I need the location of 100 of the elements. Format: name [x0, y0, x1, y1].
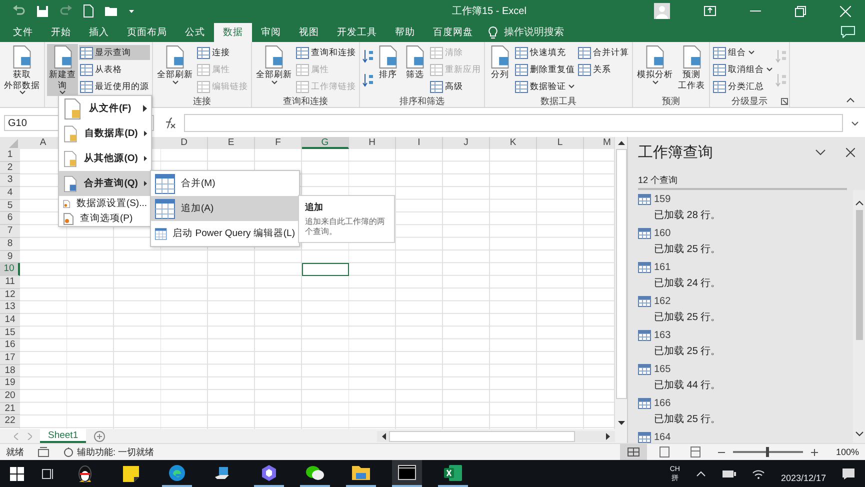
ribbon-button[interactable]: 删除重复值: [514, 62, 576, 77]
scroll-up-icon[interactable]: [618, 140, 624, 145]
ribbon-tab[interactable]: 页面布局: [118, 23, 176, 42]
ribbon-button[interactable]: 模拟分析: [635, 44, 675, 95]
normal-view-icon[interactable]: [620, 444, 647, 460]
row-header[interactable]: 16: [0, 339, 20, 352]
chevron-down-icon[interactable]: [815, 149, 826, 156]
row-header[interactable]: 1: [0, 149, 20, 162]
accessibility-status[interactable]: 辅助功能: 一切就绪: [77, 446, 154, 458]
menu-item[interactable]: 数据源设置(S)...: [59, 196, 151, 211]
row-header[interactable]: 14: [0, 314, 20, 327]
menu-item[interactable]: 从文件(F): [59, 96, 151, 121]
vertical-scrollbar[interactable]: [614, 137, 627, 429]
row-header[interactable]: 15: [0, 326, 20, 340]
row-header[interactable]: 13: [0, 301, 20, 314]
horizontal-scrollbar[interactable]: [377, 430, 615, 442]
row-header[interactable]: 3: [0, 174, 20, 188]
selected-cell[interactable]: [302, 263, 349, 276]
row-header[interactable]: 12: [0, 288, 20, 302]
query-name[interactable]: 159: [654, 194, 671, 205]
wifi-icon[interactable]: [752, 468, 765, 478]
dialog-launcher-icon[interactable]: [781, 98, 788, 105]
ribbon-tab[interactable]: 文件: [4, 23, 42, 42]
ribbon-button[interactable]: 从表格: [79, 62, 150, 77]
ribbon-tab[interactable]: 视图: [290, 23, 328, 42]
query-name[interactable]: 165: [654, 364, 671, 375]
macro-record-icon[interactable]: [38, 447, 49, 457]
column-header[interactable]: G: [302, 137, 349, 149]
ribbon-button[interactable]: 连接: [196, 45, 249, 60]
ribbon-tab[interactable]: 数据: [214, 23, 252, 42]
row-header[interactable]: 11: [0, 276, 20, 289]
ribbon-button[interactable]: 高级: [429, 79, 482, 94]
row-header[interactable]: 9: [0, 250, 20, 264]
query-name[interactable]: 164: [654, 432, 671, 443]
menu-item[interactable]: 从其他源(O): [59, 146, 151, 171]
scroll-down-icon[interactable]: [618, 421, 624, 426]
collapse-ribbon-icon[interactable]: [846, 97, 855, 103]
zoom-level[interactable]: 100%: [836, 447, 859, 457]
menu-item[interactable]: 启动 Power Query 编辑器(L): [151, 221, 299, 246]
row-header[interactable]: 20: [0, 390, 20, 403]
menu-item[interactable]: 合并(M): [151, 171, 299, 196]
notification-icon[interactable]: [842, 468, 855, 480]
battery-icon[interactable]: [722, 470, 736, 478]
ribbon-tab[interactable]: 开发工具: [328, 23, 386, 42]
ribbon-button[interactable]: 预测 工作表: [676, 44, 707, 95]
ribbon-button[interactable]: 组合: [712, 45, 774, 60]
ribbon-display-icon[interactable]: [704, 6, 716, 16]
ribbon-tab[interactable]: 百度网盘: [424, 23, 482, 42]
query-name[interactable]: 162: [654, 296, 671, 307]
row-header[interactable]: 5: [0, 200, 20, 212]
row-header[interactable]: 6: [0, 212, 20, 226]
comment-icon[interactable]: [841, 26, 855, 38]
row-header[interactable]: 7: [0, 225, 20, 238]
zoom-in-icon[interactable]: [810, 448, 818, 456]
windows-logo-icon[interactable]: [10, 466, 24, 480]
ribbon-button[interactable]: 全部刷新: [155, 44, 195, 95]
menu-item[interactable]: 追加(A): [151, 196, 299, 221]
ribbon-button[interactable]: 合并计算: [577, 45, 630, 60]
query-name[interactable]: 166: [654, 398, 671, 409]
ribbon-button[interactable]: 新建查 询: [47, 44, 78, 96]
sheet-tab[interactable]: Sheet1: [40, 429, 86, 443]
ribbon-button[interactable]: 显示查询: [79, 45, 150, 60]
ribbon-button[interactable]: 排序: [375, 44, 401, 95]
undo-icon[interactable]: [12, 4, 26, 18]
search-field[interactable]: 操作说明搜索: [502, 26, 596, 39]
save-icon[interactable]: [36, 4, 49, 18]
row-header[interactable]: 19: [0, 377, 20, 390]
row-header[interactable]: 21: [0, 402, 20, 416]
menu-item[interactable]: 合并查询(Q): [59, 171, 151, 196]
ribbon-button[interactable]: 关系: [577, 62, 630, 77]
row-header[interactable]: 22: [0, 415, 20, 428]
pane-scrollbar[interactable]: [853, 190, 865, 443]
ribbon-button[interactable]: 取消组合: [712, 62, 774, 77]
ribbon-button[interactable]: 最近使用的源: [79, 79, 150, 94]
clock-date[interactable]: 2023/12/17: [780, 472, 826, 482]
ribbon-tab[interactable]: 公式: [176, 23, 214, 42]
row-header[interactable]: 8: [0, 238, 20, 250]
query-name[interactable]: 163: [654, 330, 671, 341]
ribbon-tab[interactable]: 帮助: [386, 23, 424, 42]
ribbon-button[interactable]: 分列: [487, 44, 513, 95]
restore-icon[interactable]: [795, 6, 806, 16]
menu-item[interactable]: 查询选项(P): [59, 211, 151, 226]
ribbon-tab[interactable]: 审阅: [252, 23, 290, 42]
task-view-icon[interactable]: [40, 468, 54, 480]
ribbon-button[interactable]: 全部刷新: [254, 44, 294, 95]
add-sheet-icon[interactable]: [94, 430, 106, 442]
customize-caret-icon[interactable]: [128, 8, 135, 14]
query-name[interactable]: 160: [654, 228, 671, 239]
ribbon-button[interactable]: 筛选: [402, 44, 428, 95]
new-file-icon[interactable]: [83, 4, 94, 18]
row-header[interactable]: 10: [0, 263, 20, 276]
ribbon-tab[interactable]: 开始: [42, 23, 80, 42]
query-name[interactable]: 161: [654, 262, 671, 273]
ribbon-button[interactable]: 分类汇总: [712, 79, 774, 94]
row-header[interactable]: 18: [0, 364, 20, 378]
expand-caret-icon[interactable]: [851, 120, 859, 126]
chevron-up-icon[interactable]: [696, 470, 706, 476]
ribbon-button[interactable]: 数据验证: [514, 79, 576, 94]
scroll-left-icon[interactable]: [381, 432, 386, 440]
row-header[interactable]: 2: [0, 162, 20, 174]
